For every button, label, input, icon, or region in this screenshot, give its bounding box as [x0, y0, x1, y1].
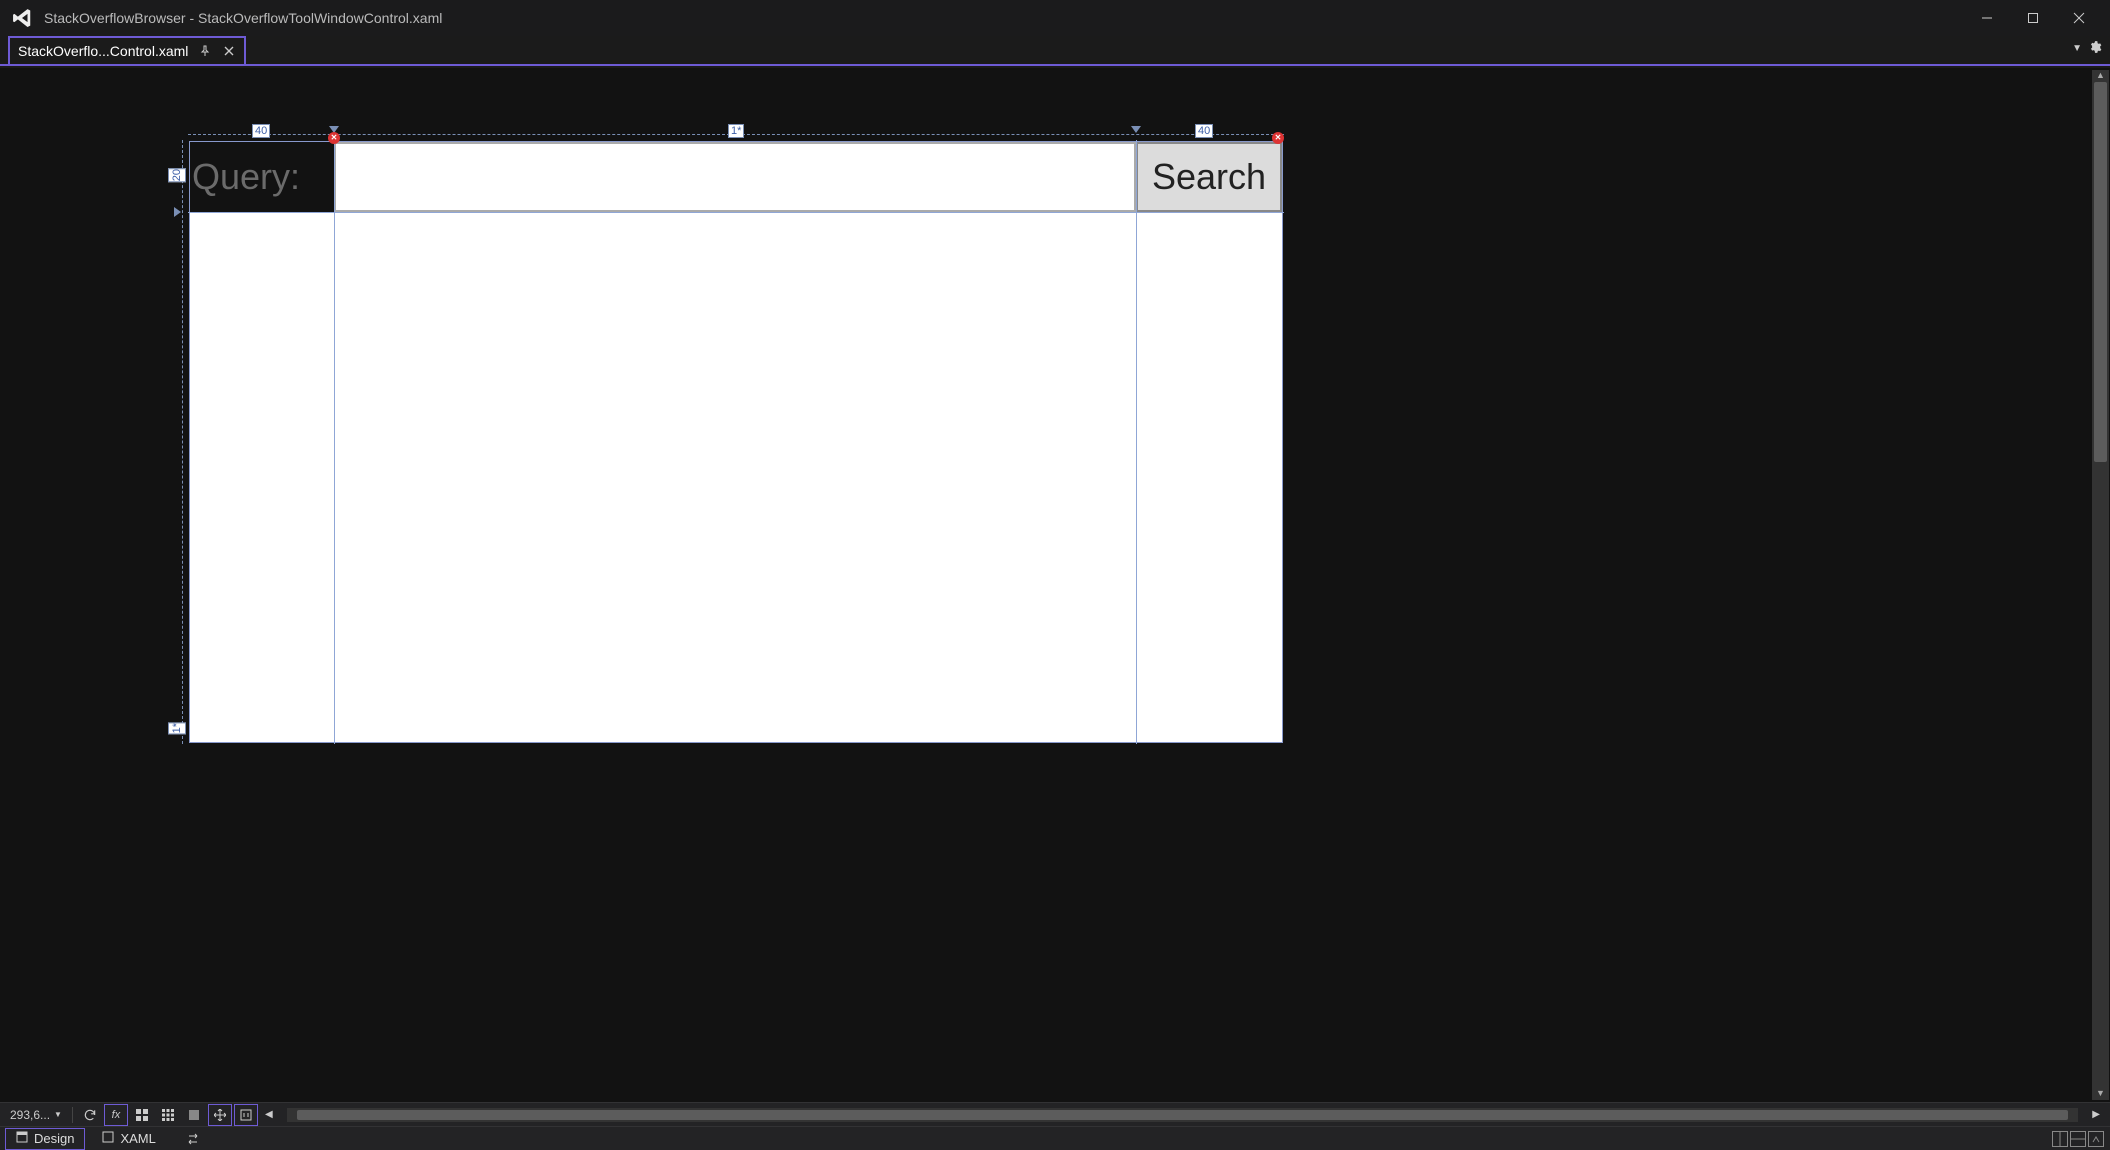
xaml-view-icon — [102, 1131, 114, 1146]
tab-control-xaml[interactable]: StackOverflo...Control.xaml — [8, 36, 246, 64]
snap-lines-button[interactable] — [183, 1105, 205, 1125]
collapse-pane-button[interactable] — [2088, 1131, 2104, 1147]
horizontal-scrollbar[interactable] — [287, 1108, 2079, 1122]
column-size-1[interactable]: 1* — [728, 124, 744, 138]
chevron-down-icon: ▼ — [54, 1110, 62, 1119]
effects-fx-button[interactable]: fx — [105, 1105, 127, 1125]
zoom-value: 293,6... — [10, 1108, 50, 1122]
window-controls — [1964, 3, 2102, 33]
row-size-1[interactable]: 1* — [168, 722, 186, 734]
titlebar: StackOverflowBrowser - StackOverflowTool… — [0, 0, 2110, 36]
column-lock-0-icon[interactable] — [328, 132, 340, 144]
design-tab[interactable]: Design — [6, 1129, 84, 1149]
column-size-0[interactable]: 40 — [252, 124, 270, 138]
vertical-scrollbar[interactable]: ▲ ▼ — [2092, 70, 2109, 1100]
designer-viewport[interactable]: 40 1* 40 20 1* Query: Search — [0, 68, 2092, 1102]
pane-layout-buttons — [2052, 1131, 2104, 1147]
designer-workspace: 40 1* 40 20 1* Query: Search — [0, 68, 2110, 1102]
grid-4-button[interactable] — [131, 1105, 153, 1125]
pin-icon[interactable] — [198, 44, 212, 58]
move-button[interactable] — [209, 1105, 231, 1125]
close-tab-icon[interactable] — [222, 44, 236, 58]
grid-column-line-1 — [1136, 140, 1137, 744]
design-tab-label: Design — [34, 1131, 74, 1146]
horizontal-split-button[interactable] — [2070, 1131, 2086, 1147]
query-row: Query: Search — [190, 142, 1282, 212]
disable-code-button[interactable] — [235, 1105, 257, 1125]
row-ruler — [176, 140, 188, 744]
h-scroll-thumb[interactable] — [297, 1110, 2069, 1120]
column-lock-end-icon[interactable] — [1272, 132, 1284, 144]
row-size-0[interactable]: 20 — [168, 168, 186, 182]
scroll-right-icon[interactable]: ▶ — [2088, 1109, 2104, 1120]
refresh-button[interactable] — [79, 1105, 101, 1125]
scroll-left-icon[interactable]: ◀ — [261, 1109, 277, 1120]
designer-statusbar: Design XAML — [0, 1126, 2110, 1150]
grid-row-line-0 — [188, 212, 1284, 213]
swap-panes-button[interactable] — [182, 1129, 204, 1149]
designer-toolbar: 293,6... ▼ fx ◀ ▶ — [0, 1102, 2110, 1126]
minimize-button[interactable] — [1964, 3, 2010, 33]
separator — [72, 1107, 73, 1123]
grid-snap-button[interactable] — [157, 1105, 179, 1125]
close-button[interactable] — [2056, 3, 2102, 33]
column-size-2[interactable]: 40 — [1195, 124, 1213, 138]
xaml-tab[interactable]: XAML — [92, 1129, 165, 1149]
search-button[interactable]: Search — [1136, 142, 1282, 212]
scroll-thumb[interactable] — [2094, 82, 2107, 462]
maximize-button[interactable] — [2010, 3, 2056, 33]
row-splitter-0[interactable] — [174, 207, 181, 217]
xaml-tab-label: XAML — [120, 1131, 155, 1146]
query-textbox[interactable] — [334, 142, 1136, 212]
vertical-split-button[interactable] — [2052, 1131, 2068, 1147]
tab-label: StackOverflo...Control.xaml — [18, 43, 188, 59]
query-label: Query: — [190, 142, 334, 212]
xaml-design-canvas[interactable]: 40 1* 40 20 1* Query: Search — [190, 142, 1282, 742]
fx-icon: fx — [112, 1109, 121, 1121]
scroll-up-icon[interactable]: ▲ — [2092, 70, 2109, 82]
document-tabstrip: StackOverflo...Control.xaml ▼ — [0, 36, 2110, 66]
visual-studio-logo-icon — [8, 4, 36, 32]
design-view-icon — [16, 1131, 28, 1146]
zoom-combo[interactable]: 293,6... ▼ — [6, 1108, 66, 1122]
grid-column-line-0 — [334, 140, 335, 744]
scroll-down-icon[interactable]: ▼ — [2092, 1088, 2109, 1100]
tab-settings-gear-icon[interactable] — [2088, 40, 2104, 56]
window-title: StackOverflowBrowser - StackOverflowTool… — [44, 10, 442, 26]
tab-overflow-dropdown[interactable]: ▼ — [2072, 43, 2082, 54]
column-splitter-1[interactable] — [1131, 126, 1141, 133]
